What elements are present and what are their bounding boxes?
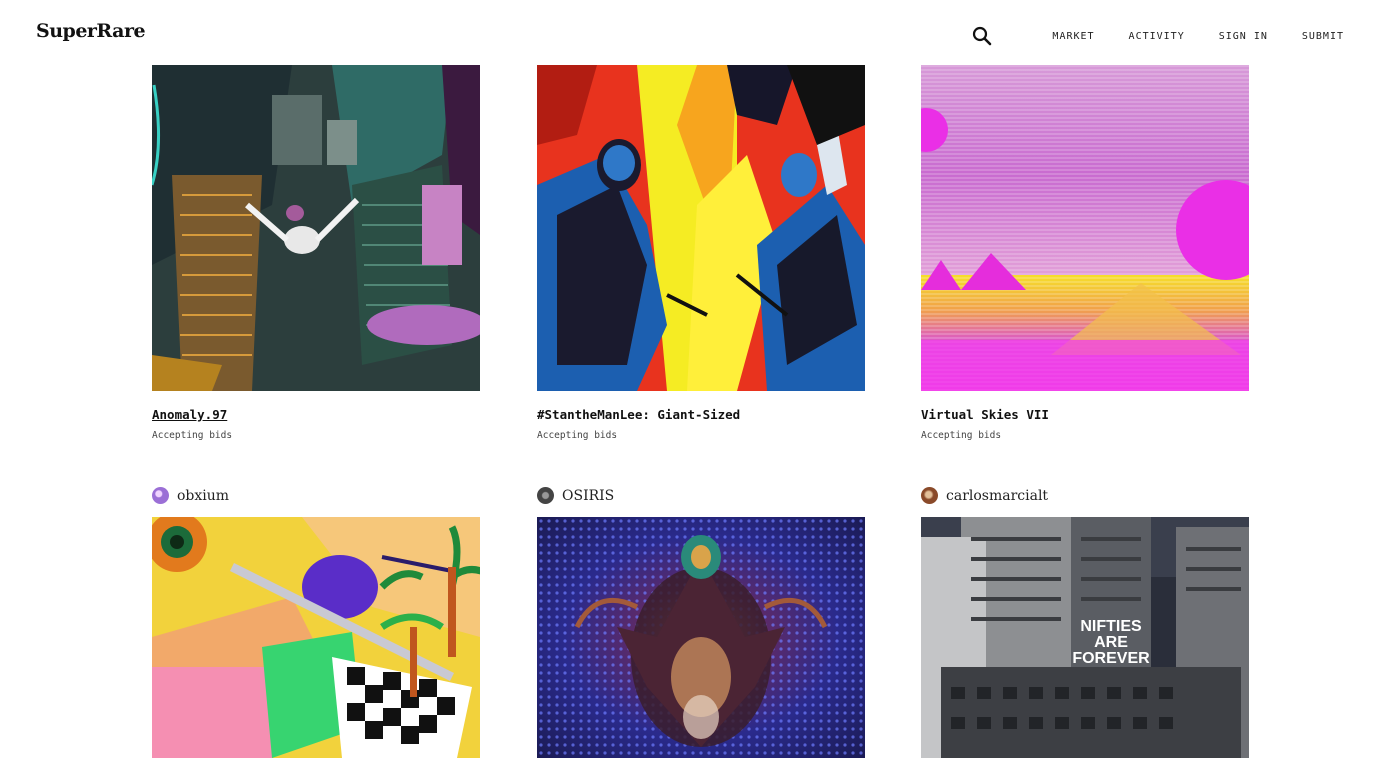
- card-title-stanthemanlee[interactable]: #StantheManLee: Giant-Sized: [537, 407, 740, 422]
- artwork-osiris[interactable]: [537, 517, 865, 758]
- nav-sign-in[interactable]: SIGN IN: [1219, 31, 1268, 42]
- card-status: Accepting bids: [537, 430, 618, 441]
- artwork-text-line1: NIFTIES: [1080, 618, 1142, 635]
- owner-name: OSIRIS: [562, 487, 615, 504]
- owner-obxium[interactable]: obxium: [152, 487, 229, 504]
- top-nav: MARKET ACTIVITY SIGN IN SUBMIT: [972, 26, 1344, 46]
- nav-submit[interactable]: SUBMIT: [1302, 31, 1344, 42]
- search-icon[interactable]: [972, 26, 994, 46]
- avatar: [537, 487, 554, 504]
- artwork-carlosmarcialt[interactable]: NIFTIES ARE FOREVER: [921, 517, 1249, 758]
- card-title-virtual-skies-vii[interactable]: Virtual Skies VII: [921, 407, 1049, 422]
- card-status: Accepting bids: [152, 430, 233, 441]
- nav-activity[interactable]: ACTIVITY: [1129, 31, 1185, 42]
- nav-market[interactable]: MARKET: [1052, 31, 1094, 42]
- avatar: [921, 487, 938, 504]
- artwork-text-line2: ARE: [1094, 634, 1128, 651]
- artwork-anomaly-97[interactable]: [152, 65, 480, 391]
- owner-name: obxium: [177, 487, 230, 504]
- artwork-virtual-skies-vii[interactable]: [921, 65, 1249, 391]
- owner-osiris[interactable]: OSIRIS: [537, 487, 614, 504]
- artwork-text-line3: FOREVER: [1072, 650, 1150, 667]
- superrare-logo[interactable]: SuperRare: [36, 20, 146, 42]
- owner-name: carlosmarcialt: [946, 487, 1049, 504]
- artwork-stanthemanlee[interactable]: [537, 65, 865, 391]
- owner-carlosmarcialt[interactable]: carlosmarcialt: [921, 487, 1048, 504]
- avatar: [152, 487, 169, 504]
- artwork-obxium[interactable]: [152, 517, 480, 758]
- card-title-anomaly-97[interactable]: Anomaly.97: [152, 407, 227, 422]
- card-status: Accepting bids: [921, 430, 1002, 441]
